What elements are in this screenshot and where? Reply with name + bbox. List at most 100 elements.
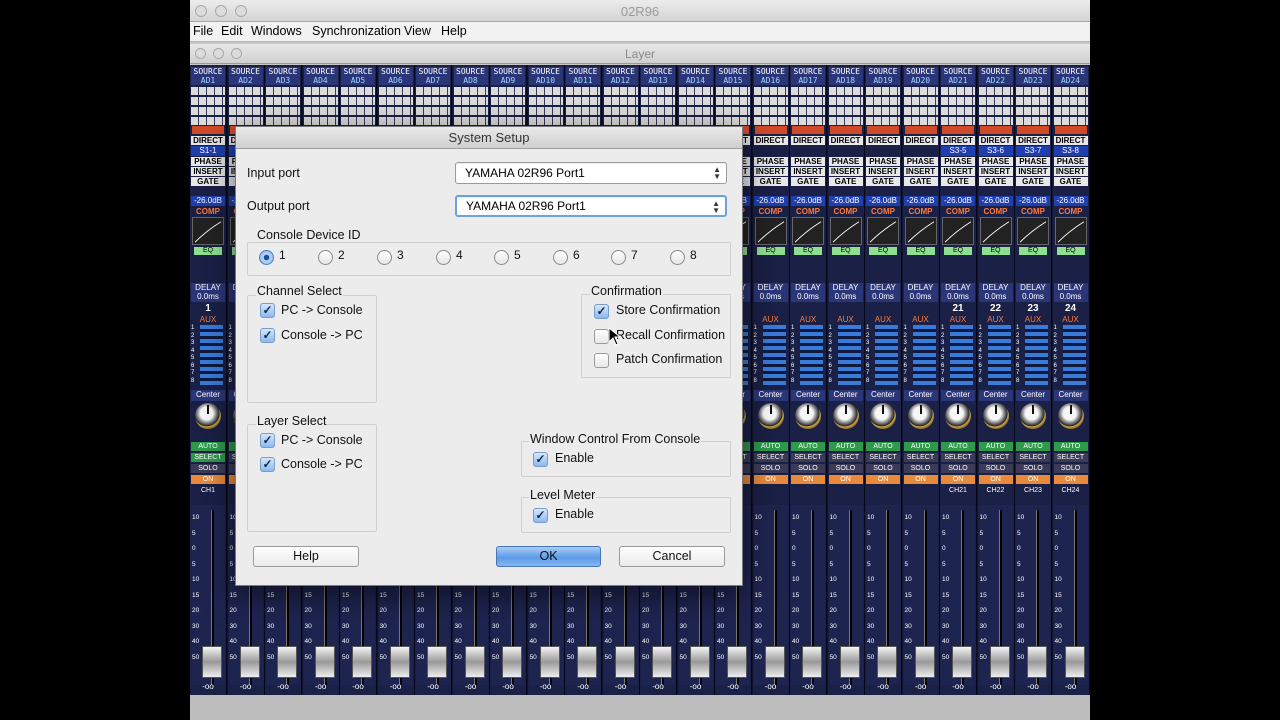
- insert-button[interactable]: INSERT: [791, 167, 825, 176]
- fader[interactable]: 10505101520304050: [753, 505, 788, 685]
- on-button[interactable]: ON: [828, 475, 863, 484]
- channel-strip[interactable]: SOURCE AD20 DIRECT PHASE INSERT GATE -26.…: [902, 65, 940, 695]
- source-label[interactable]: SOURCE AD2: [228, 67, 263, 85]
- recall-confirmation-checkbox[interactable]: [594, 329, 609, 344]
- comp-curve[interactable]: [942, 217, 974, 245]
- insert-button[interactable]: INSERT: [191, 167, 225, 176]
- pan-knob[interactable]: [795, 403, 821, 429]
- patch-grid[interactable]: [1053, 87, 1088, 125]
- source-label[interactable]: SOURCE AD12: [603, 67, 638, 85]
- comp-button[interactable]: COMP: [979, 207, 1013, 216]
- device-id-radio-1[interactable]: [259, 250, 274, 265]
- eq-button[interactable]: EQ: [194, 247, 222, 255]
- eq-button[interactable]: EQ: [794, 247, 822, 255]
- auto-button[interactable]: AUTO: [903, 442, 938, 451]
- patch-grid[interactable]: [753, 87, 788, 125]
- insert-button[interactable]: INSERT: [903, 167, 938, 176]
- fader-cap[interactable]: [577, 646, 597, 678]
- insert-button[interactable]: INSERT: [828, 167, 863, 176]
- direct-button[interactable]: DIRECT: [1016, 136, 1050, 145]
- delay-value[interactable]: 0.0ms: [866, 292, 900, 302]
- solo-button[interactable]: SOLO: [191, 464, 225, 473]
- eq-button[interactable]: EQ: [981, 247, 1010, 255]
- source-label[interactable]: SOURCE AD6: [378, 67, 413, 85]
- auto-button[interactable]: AUTO: [753, 442, 788, 451]
- on-button[interactable]: ON: [941, 475, 975, 484]
- pan-knob[interactable]: [832, 403, 859, 429]
- help-button[interactable]: Help: [253, 546, 359, 567]
- comp-curve[interactable]: [192, 217, 224, 245]
- fader-cap[interactable]: [202, 646, 222, 678]
- source-label[interactable]: SOURCE AD15: [716, 67, 750, 85]
- patch-grid[interactable]: [866, 87, 900, 125]
- fader-cap[interactable]: [839, 646, 860, 678]
- fader[interactable]: 10505101520304050: [903, 505, 938, 685]
- menu-edit[interactable]: Edit: [221, 24, 243, 38]
- fader[interactable]: 10505101520304050: [1016, 505, 1050, 685]
- patch-grid[interactable]: [903, 87, 938, 125]
- select-button[interactable]: SELECT: [903, 453, 938, 462]
- patch-grid[interactable]: [791, 87, 825, 125]
- patch-grid[interactable]: [191, 87, 225, 125]
- channel-strip[interactable]: SOURCE AD21 DIRECT S3-5 PHASE INSERT GATE…: [940, 65, 977, 695]
- pan-knob[interactable]: [1057, 403, 1084, 429]
- fader-cap[interactable]: [1064, 646, 1085, 678]
- comp-button[interactable]: COMP: [904, 207, 938, 216]
- fader-cap[interactable]: [352, 646, 372, 678]
- patch-grid[interactable]: [641, 87, 675, 125]
- source-label[interactable]: SOURCE AD23: [1016, 67, 1050, 85]
- fader-cap[interactable]: [764, 646, 785, 678]
- source-label[interactable]: SOURCE AD1: [191, 67, 225, 85]
- phase-button[interactable]: PHASE: [753, 157, 788, 166]
- fader[interactable]: 10505101520304050: [941, 505, 975, 685]
- gate-button[interactable]: GATE: [866, 177, 900, 186]
- solo-button[interactable]: SOLO: [828, 464, 863, 473]
- phase-button[interactable]: PHASE: [1016, 157, 1050, 166]
- fader[interactable]: 10505101520304050: [828, 505, 863, 685]
- phase-button[interactable]: PHASE: [941, 157, 975, 166]
- delay-value[interactable]: 0.0ms: [903, 292, 938, 302]
- store-confirmation-checkbox[interactable]: ✓: [594, 304, 609, 319]
- device-id-radio-5[interactable]: [494, 250, 509, 265]
- input-port-select[interactable]: YAMAHA 02R96 Port1 ▲ ▼: [455, 162, 727, 184]
- patch-grid[interactable]: [491, 87, 525, 125]
- comp-button[interactable]: COMP: [754, 207, 788, 216]
- patch-grid[interactable]: [678, 87, 713, 125]
- comp-curve[interactable]: [754, 217, 787, 245]
- comp-curve[interactable]: [1017, 217, 1049, 245]
- eq-button[interactable]: EQ: [906, 247, 935, 255]
- source-label[interactable]: SOURCE AD3: [266, 67, 300, 85]
- gate-button[interactable]: GATE: [1016, 177, 1050, 186]
- stereo-button[interactable]: [979, 126, 1012, 134]
- on-button[interactable]: ON: [903, 475, 938, 484]
- stereo-button[interactable]: [1017, 126, 1049, 134]
- select-button[interactable]: SELECT: [828, 453, 863, 462]
- fader-cap[interactable]: [652, 646, 672, 678]
- device-id-radio-7[interactable]: [611, 250, 626, 265]
- source-label[interactable]: SOURCE AD18: [828, 67, 863, 85]
- select-button[interactable]: SELECT: [866, 453, 900, 462]
- comp-curve[interactable]: [979, 217, 1012, 245]
- on-button[interactable]: ON: [191, 475, 225, 484]
- gate-button[interactable]: GATE: [191, 177, 225, 186]
- pan-knob[interactable]: [907, 403, 934, 429]
- stereo-button[interactable]: [792, 126, 824, 134]
- eq-button[interactable]: EQ: [869, 247, 897, 255]
- device-id-radio-8[interactable]: [670, 250, 685, 265]
- pan-knob[interactable]: [945, 403, 971, 429]
- comp-curve[interactable]: [792, 217, 824, 245]
- gate-button[interactable]: GATE: [828, 177, 863, 186]
- delay-value[interactable]: 0.0ms: [791, 292, 825, 302]
- source-label[interactable]: SOURCE AD16: [753, 67, 788, 85]
- fader-cap[interactable]: [539, 646, 560, 678]
- auto-button[interactable]: AUTO: [1016, 442, 1050, 451]
- cancel-button[interactable]: Cancel: [619, 546, 725, 567]
- source-label[interactable]: SOURCE AD9: [491, 67, 525, 85]
- stereo-button[interactable]: [1054, 126, 1087, 134]
- select-button[interactable]: SELECT: [753, 453, 788, 462]
- gate-button[interactable]: GATE: [753, 177, 788, 186]
- source-label[interactable]: SOURCE AD13: [641, 67, 675, 85]
- patch-grid[interactable]: [266, 87, 300, 125]
- pan-knob[interactable]: [982, 403, 1009, 429]
- on-button[interactable]: ON: [1053, 475, 1088, 484]
